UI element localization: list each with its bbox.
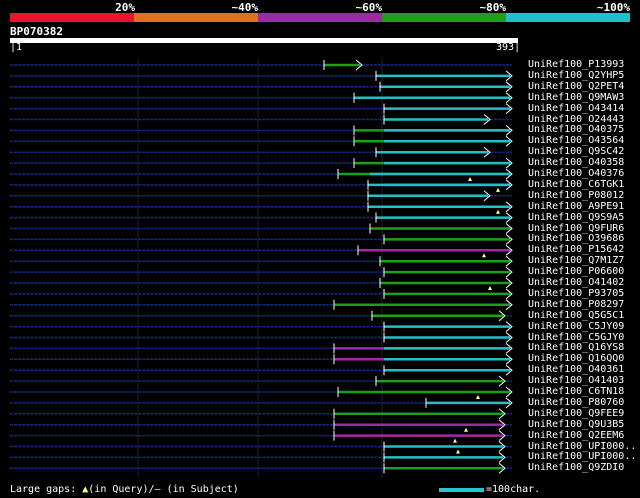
- gap-query-marker: [496, 209, 500, 214]
- hit-link[interactable]: UniRef100_Q16YS8: [528, 342, 624, 353]
- hit-link[interactable]: UniRef100_Q16QQ0: [528, 353, 624, 364]
- gap-query-marker: [496, 187, 500, 192]
- hit-link[interactable]: UniRef100_C6TGK1: [528, 179, 624, 190]
- hit-link[interactable]: UniRef100_Q2PET4: [528, 81, 624, 92]
- hit-link[interactable]: UniRef100_P93705: [528, 288, 624, 299]
- hit-link[interactable]: UniRef100_C6TN18: [528, 386, 624, 397]
- hit-link[interactable]: UniRef100_Q2YHP5: [528, 70, 624, 81]
- hit-link[interactable]: UniRef100_O43414: [528, 103, 624, 114]
- hit-link[interactable]: UniRef100_Q9FEE9: [528, 408, 624, 419]
- hit-link[interactable]: UniRef100_Q9MAW3: [528, 92, 624, 103]
- gap-query-marker: [476, 395, 480, 399]
- hit-link[interactable]: UniRef100_P13993: [528, 59, 624, 70]
- gap-query-marker: [464, 427, 468, 432]
- hit-link[interactable]: UniRef100_UPI000..: [528, 451, 636, 462]
- hit-link[interactable]: UniRef100_P08297: [528, 299, 624, 310]
- gap-query-marker: [488, 286, 492, 290]
- hit-link[interactable]: UniRef100_Q9S9A5: [528, 212, 624, 223]
- hit-link[interactable]: UniRef100_Q9FUR6: [528, 223, 624, 234]
- gap-subject-label: (in Subject): [160, 484, 239, 495]
- hit-link[interactable]: UniRef100_O40376: [528, 168, 624, 179]
- hit-link[interactable]: UniRef100_O40358: [528, 157, 624, 168]
- hit-link[interactable]: UniRef100_P08012: [528, 190, 624, 201]
- hit-link[interactable]: UniRef100_Q9U3B5: [528, 419, 624, 430]
- hit-link[interactable]: UniRef100_O39686: [528, 233, 624, 244]
- hit-link[interactable]: UniRef100_Q9SC42: [528, 146, 624, 157]
- gap-query-marker: [453, 438, 457, 443]
- hit-link[interactable]: UniRef100_C5GJY0: [528, 332, 624, 343]
- hit-link[interactable]: UniRef100_O40361: [528, 364, 624, 375]
- hit-link[interactable]: UniRef100_Q9ZDI0: [528, 462, 624, 473]
- gap-legend-label: Large gaps:: [10, 484, 83, 495]
- hit-link[interactable]: UniRef100_O41403: [528, 375, 624, 386]
- hit-link[interactable]: UniRef100_Q5G5C1: [528, 310, 624, 321]
- gap-query-label: (in Query)/: [88, 484, 155, 495]
- hit-link[interactable]: UniRef100_O24443: [528, 114, 624, 125]
- hit-link[interactable]: UniRef100_UPI000..: [528, 441, 636, 452]
- scale-label: =100char.: [486, 484, 541, 495]
- hit-link[interactable]: UniRef100_Q2EEM6: [528, 430, 624, 441]
- hit-link[interactable]: UniRef100_P15642: [528, 244, 624, 255]
- hit-link[interactable]: UniRef100_Q7M1Z7: [528, 255, 624, 266]
- gap-query-marker: [482, 253, 486, 258]
- gap-query-marker: [468, 177, 472, 181]
- scale-bar: [439, 488, 484, 492]
- gap-legend: Large gaps: ▲(in Query)/‒ (in Subject): [10, 484, 239, 495]
- hit-link[interactable]: UniRef100_C5JY09: [528, 321, 624, 332]
- hit-link[interactable]: UniRef100_P80760: [528, 397, 624, 408]
- hit-link[interactable]: UniRef100_A9PE91: [528, 201, 624, 212]
- hit-link[interactable]: UniRef100_O41402: [528, 277, 624, 288]
- hit-link[interactable]: UniRef100_P06600: [528, 266, 624, 277]
- hit-link[interactable]: UniRef100_O40375: [528, 124, 624, 135]
- hit-link[interactable]: UniRef100_O43564: [528, 135, 624, 146]
- gap-query-marker: [456, 449, 460, 454]
